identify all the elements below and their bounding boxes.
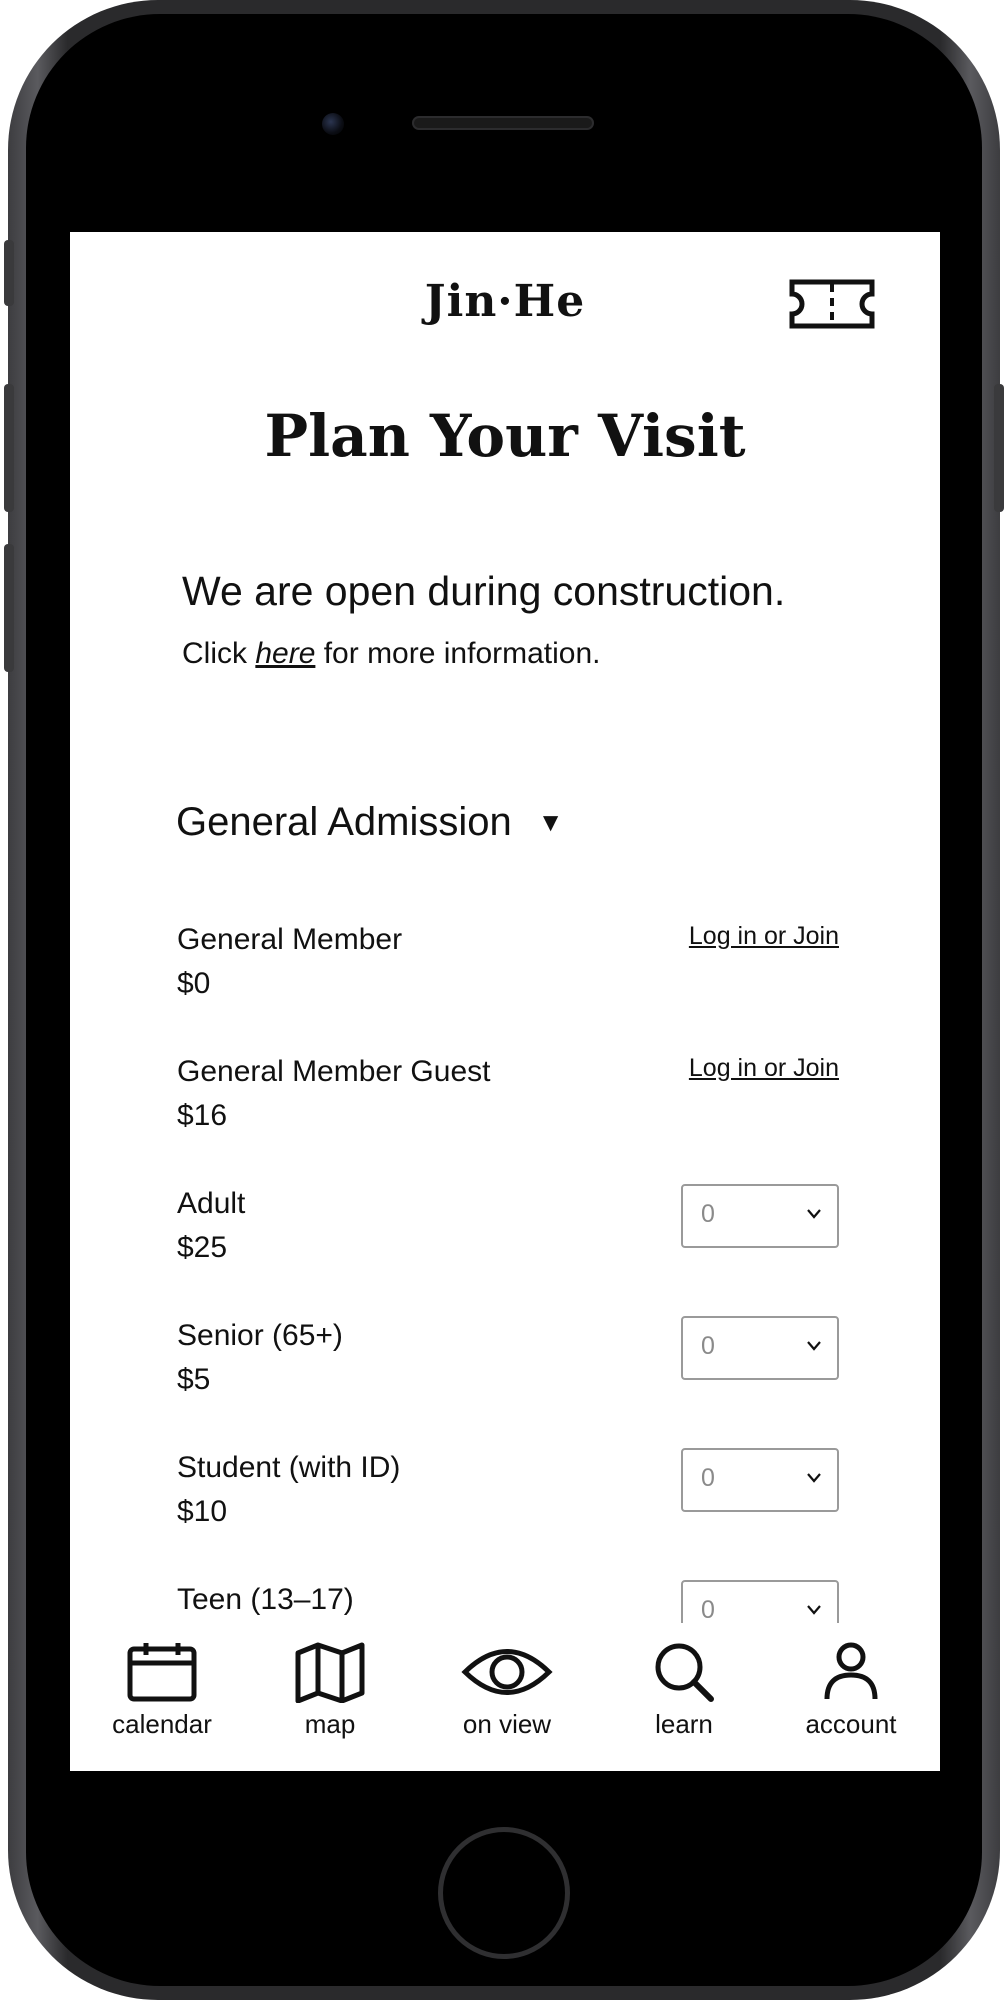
construction-notice: We are open during construction. Click h… bbox=[182, 568, 900, 671]
front-camera bbox=[322, 113, 344, 135]
ticket-list: General Member $0 Log in or Join General… bbox=[177, 920, 839, 1712]
quantity-select-senior[interactable]: 0 bbox=[681, 1316, 839, 1380]
eye-icon bbox=[461, 1649, 553, 1695]
home-button[interactable] bbox=[438, 1827, 570, 1959]
ticket-price: $16 bbox=[177, 1099, 228, 1132]
nav-label: calendar bbox=[112, 1709, 212, 1739]
nav-item-account[interactable]: account bbox=[766, 1623, 936, 1740]
notice-suffix: for more information. bbox=[315, 637, 601, 670]
chevron-down-icon bbox=[807, 1605, 821, 1615]
ticket-row-member-guest: General Member Guest $16 Log in or Join bbox=[177, 1052, 839, 1184]
chevron-down-icon bbox=[807, 1473, 821, 1483]
more-info-link[interactable]: here bbox=[255, 637, 315, 670]
notice-prefix: Click bbox=[182, 637, 256, 670]
nav-item-map[interactable]: map bbox=[245, 1623, 415, 1740]
chevron-down-icon bbox=[807, 1209, 821, 1219]
ticket-icon bbox=[789, 279, 875, 329]
login-or-join-link[interactable]: Log in or Join bbox=[689, 922, 839, 951]
nav-label: on view bbox=[462, 1709, 552, 1739]
quantity-value: 0 bbox=[701, 1596, 715, 1624]
calendar-icon bbox=[127, 1643, 197, 1702]
earpiece-speaker bbox=[412, 116, 594, 130]
ticket-price: $0 bbox=[177, 967, 211, 1000]
quantity-select-adult[interactable]: 0 bbox=[681, 1184, 839, 1248]
ticket-row-adult: Adult $25 0 bbox=[177, 1184, 839, 1316]
notice-text: Click here for more information. bbox=[182, 637, 900, 671]
tickets-button[interactable] bbox=[788, 278, 876, 330]
app-screen: Jin·He Plan Your Visit We are open durin… bbox=[70, 232, 940, 1771]
quantity-value: 0 bbox=[701, 1200, 715, 1228]
nav-label: map bbox=[304, 1709, 356, 1739]
nav-item-calendar[interactable]: calendar bbox=[77, 1623, 247, 1740]
login-or-join-link[interactable]: Log in or Join bbox=[689, 1054, 839, 1083]
nav-item-on-view[interactable]: on view bbox=[422, 1623, 592, 1740]
section-heading: General Admission bbox=[176, 800, 512, 844]
caret-down-icon: ▼ bbox=[537, 807, 564, 837]
nav-label: account bbox=[805, 1709, 897, 1739]
notice-headline: We are open during construction. bbox=[182, 568, 786, 614]
nav-item-learn[interactable]: learn bbox=[599, 1623, 769, 1740]
app-header: Jin·He bbox=[70, 232, 940, 372]
general-admission-toggle[interactable]: General Admission ▼ bbox=[176, 800, 563, 845]
quantity-select-student[interactable]: 0 bbox=[681, 1448, 839, 1512]
account-icon bbox=[824, 1642, 878, 1700]
bottom-nav: calendar map on view learn account bbox=[70, 1623, 940, 1771]
nav-label: learn bbox=[655, 1709, 713, 1739]
ticket-row-student: Student (with ID) $10 0 bbox=[177, 1448, 839, 1580]
ticket-row-general-member: General Member $0 Log in or Join bbox=[177, 920, 839, 1052]
page-title: Plan Your Visit bbox=[264, 402, 746, 470]
phone-mute-switch bbox=[4, 240, 14, 306]
chevron-down-icon bbox=[807, 1341, 821, 1351]
ticket-row-senior: Senior (65+) $5 0 bbox=[177, 1316, 839, 1448]
phone-power-button bbox=[994, 384, 1004, 512]
phone-volume-down bbox=[4, 544, 14, 672]
map-icon bbox=[295, 1642, 365, 1703]
quantity-value: 0 bbox=[701, 1332, 715, 1360]
search-icon bbox=[655, 1643, 714, 1702]
phone-volume-up bbox=[4, 384, 14, 512]
quantity-value: 0 bbox=[701, 1464, 715, 1492]
